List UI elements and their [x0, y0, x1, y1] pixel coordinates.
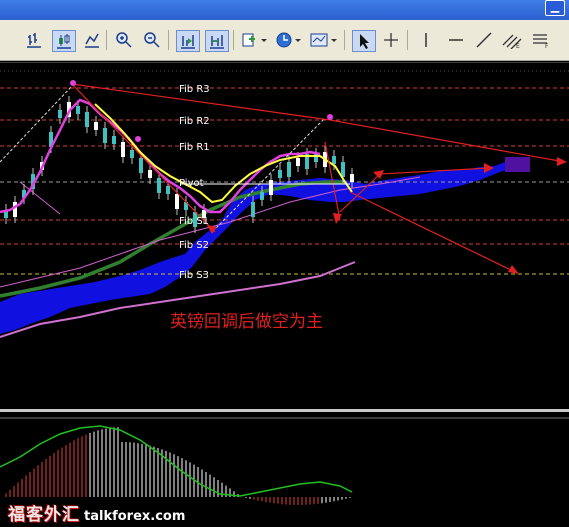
zoom-in-icon[interactable]: [114, 30, 134, 50]
candle-body: [287, 162, 291, 177]
candle-body: [332, 156, 336, 164]
candle-body: [85, 112, 89, 127]
line-chart-icon[interactable]: [82, 30, 102, 50]
candle-body: [112, 136, 116, 144]
fib-label-fib-s3: Fib S3: [179, 270, 209, 281]
candle-body: [175, 194, 179, 209]
minimize-icon[interactable]: ▁: [545, 0, 565, 16]
bar-chart-icon[interactable]: [24, 30, 44, 50]
candle-body: [278, 170, 282, 178]
watermark: 福客外汇 talkforex.com: [8, 500, 186, 525]
chart-toolbar: E F: [0, 20, 569, 61]
watermark-url: talkforex.com: [84, 509, 186, 524]
fib-label-fib-r2: Fib R2: [179, 116, 210, 127]
chart-shift-icon[interactable]: [176, 30, 200, 52]
candle-body: [269, 180, 273, 195]
candle-body: [148, 170, 152, 178]
watermark-chinese: 福客外汇: [8, 505, 80, 525]
candle-body: [350, 174, 354, 182]
chart-annotation: 英镑回调后做空为主: [170, 312, 323, 332]
candle-body: [13, 202, 17, 217]
crosshair-icon[interactable]: [381, 30, 401, 50]
candle-body: [76, 106, 80, 114]
candle-body: [260, 192, 264, 200]
candlestick-icon[interactable]: [52, 30, 76, 52]
candle-body: [130, 150, 134, 158]
zoom-out-icon[interactable]: [142, 30, 162, 50]
periods-clock-icon[interactable]: [274, 30, 302, 50]
fib-label-fib-r1: Fib R1: [179, 142, 210, 153]
cloud-future-block: [505, 157, 530, 172]
trendline-icon[interactable]: [474, 30, 494, 50]
templates-icon[interactable]: [308, 30, 338, 50]
fib-label-pivot: Pivot: [179, 178, 204, 189]
candle-body: [58, 110, 62, 118]
fib-label-fib-s2: Fib S2: [179, 240, 209, 251]
candle-body: [166, 186, 170, 194]
indicators-icon[interactable]: [240, 30, 268, 50]
candle-body: [94, 122, 98, 130]
fib-label-fib-r3: Fib R3: [179, 84, 210, 95]
fib-label-fib-s1: Fib S1: [179, 216, 209, 227]
svg-text:E: E: [516, 43, 520, 49]
autoscroll-icon[interactable]: [205, 30, 229, 52]
cursor-icon[interactable]: [352, 30, 376, 52]
fibonacci-icon[interactable]: F: [530, 30, 552, 50]
equidistant-channel-icon[interactable]: E: [501, 30, 523, 50]
candle-body: [157, 178, 161, 193]
price-chart[interactable]: Fib R3 Fib R2 Fib R1 Pivot Fib S1 Fib S2 Fib S…: [0, 62, 569, 527]
candle-body: [251, 202, 255, 217]
svg-text:F: F: [545, 43, 549, 49]
candle-body: [103, 128, 107, 143]
vertical-line-icon[interactable]: [416, 30, 436, 50]
window-titlebar: ▁: [0, 0, 569, 20]
candle-body: [296, 158, 300, 166]
horizontal-line-icon[interactable]: [446, 30, 466, 50]
candle-body: [121, 142, 125, 157]
candle-body: [139, 158, 143, 173]
